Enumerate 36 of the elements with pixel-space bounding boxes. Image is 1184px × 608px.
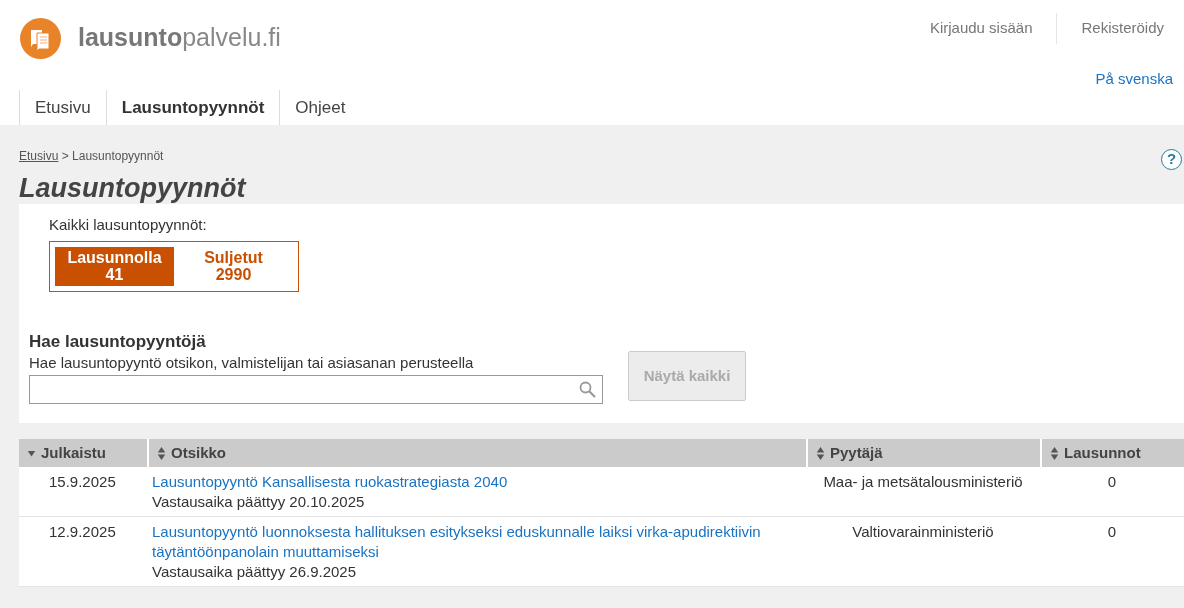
search-field[interactable] [29,374,603,404]
deadline-text: Vastausaika päättyy 20.10.2025 [152,491,366,512]
header-link[interactable]: Rekisteröidy [1056,13,1184,44]
column-header[interactable]: Pyytäjä [806,438,1040,467]
breadcrumb-link[interactable]: Etusivu [19,148,59,163]
column-header[interactable]: Otsikko [147,438,806,467]
column-label: Lausunnot [1064,442,1141,463]
requester-cell: Valtiovarainministeriö [852,522,994,540]
breadcrumb-current: > Lausuntopyynnöt [60,148,164,163]
title-link[interactable]: Lausuntopyyntö Kansallisesta ruokastrategiasta 2040 [152,471,796,492]
filter-option[interactable]: Lausunnolla 41 [55,246,174,287]
sort-icon[interactable] [157,445,166,460]
sort-icon[interactable] [1050,445,1059,460]
title-link[interactable]: Lausuntopyyntö luonnoksesta hallituksen esitykseksi eduskunnalle laiksi virka-apudirektiivin täytäntöönpanolain muuttamiseksi [152,521,796,562]
sort-icon[interactable] [816,445,825,460]
logo-text[interactable]: lausuntopalvelu.fi [78,19,281,57]
requester-cell: Maa- ja metsätalousministeriö [823,472,1023,490]
logo-icon [20,17,61,59]
column-label: Otsikko [171,442,227,463]
column-header[interactable]: Lausunnot [1040,438,1184,467]
column-header[interactable]: Julkaistu [19,438,147,467]
filter-label: Kaikki lausuntopyynnöt: [49,215,208,236]
search-hint: Hae lausuntopyyntö otsikon, valmistelijan tai asiasanan perusteella [29,353,475,374]
column-label: Pyytäjä [830,442,883,463]
count-cell: 0 [1107,472,1117,490]
column-label: Julkaistu [41,442,107,463]
header-link[interactable]: Kirjaudu sisään [905,13,1057,44]
page-title: Lausuntopyynnöt [19,172,248,205]
search-icon[interactable] [579,380,596,398]
date-cell: 12.9.2025 [49,522,116,540]
deadline-text: Vastausaika päättyy 26.9.2025 [152,561,358,582]
help-icon[interactable]: ? [1161,149,1182,170]
count-cell: 0 [1107,522,1117,540]
language-link[interactable]: På svenska [1095,67,1173,90]
date-cell: 15.9.2025 [49,472,116,490]
search-heading: Hae lausuntopyyntöjä [29,332,207,353]
